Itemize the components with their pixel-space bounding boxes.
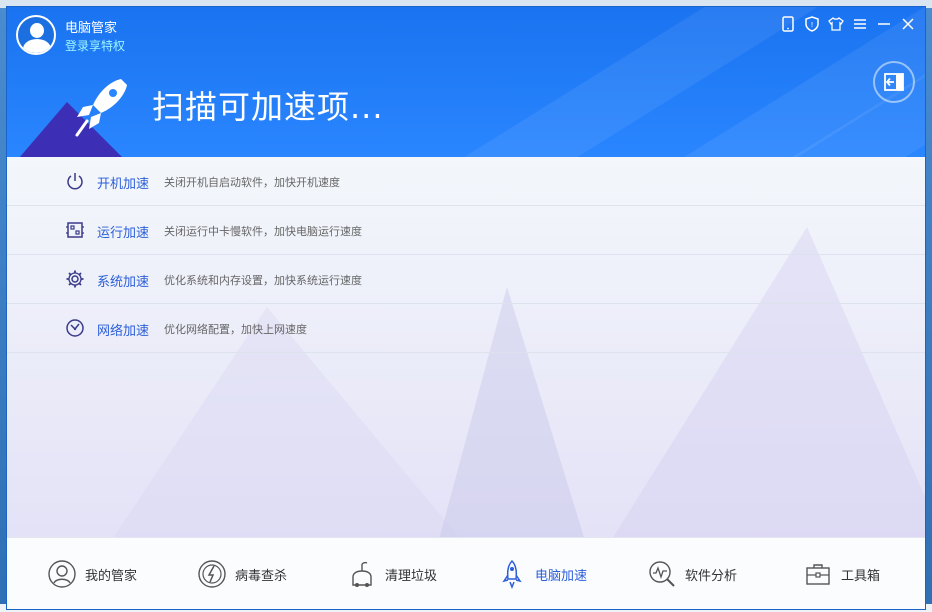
row-running-acceleration[interactable]: 运行加速 关闭运行中卡慢软件，加快电脑运行速度 <box>7 206 925 255</box>
header: 电脑管家 登录享特权 ! 扫描可加速项... <box>7 7 925 157</box>
row-startup-acceleration[interactable]: 开机加速 关闭开机自启动软件，加快开机速度 <box>7 157 925 206</box>
minimize-icon[interactable] <box>875 15 893 33</box>
row-name: 系统加速 <box>97 275 150 290</box>
phone-icon[interactable] <box>779 15 797 33</box>
acceleration-list: 开机加速 关闭开机自启动软件，加快开机速度 运行加速 关闭运行中卡慢软件，加快电… <box>7 157 925 353</box>
memory-icon <box>65 220 85 240</box>
menu-icon[interactable] <box>851 15 869 33</box>
nav-cleanup[interactable]: 清理垃圾 <box>347 556 437 592</box>
row-name: 运行加速 <box>97 226 150 241</box>
scan-title: 扫描可加速项... <box>152 88 384 126</box>
network-icon <box>65 318 85 338</box>
exit-icon <box>884 73 904 91</box>
bottom-navigation: 我的管家 病毒查杀 清理垃圾 电脑加速 软件分析 工具箱 <box>7 537 925 609</box>
row-description: 优化系统和内存设置，加快系统运行速度 <box>164 274 362 287</box>
nav-label: 电脑加速 <box>535 568 588 584</box>
row-network-acceleration[interactable]: 网络加速 优化网络配置，加快上网速度 <box>7 304 925 353</box>
row-name: 网络加速 <box>97 324 150 339</box>
skin-icon[interactable] <box>827 15 845 33</box>
nav-virus-scan[interactable]: 病毒查杀 <box>197 556 287 592</box>
row-name: 开机加速 <box>97 177 150 192</box>
login-link[interactable]: 登录享特权 <box>65 37 125 54</box>
virus-scan-icon <box>197 559 227 589</box>
nav-label: 清理垃圾 <box>385 568 438 584</box>
title-bar-controls: ! <box>779 15 917 33</box>
avatar-head <box>30 23 44 38</box>
avatar-body <box>23 39 51 53</box>
gear-icon <box>65 269 85 289</box>
toolbox-icon <box>803 559 833 589</box>
app-window: 电脑管家 登录享特权 ! 扫描可加速项... 开机加速 关闭开机自启动软件，加快… <box>6 6 926 610</box>
row-description: 关闭运行中卡慢软件，加快电脑运行速度 <box>164 225 362 238</box>
row-description: 优化网络配置，加快上网速度 <box>164 323 307 336</box>
shield-icon[interactable]: ! <box>803 15 821 33</box>
nav-label: 我的管家 <box>85 568 138 584</box>
nav-label: 工具箱 <box>841 568 881 584</box>
cleanup-icon <box>347 559 377 589</box>
nav-my-butler[interactable]: 我的管家 <box>47 556 137 592</box>
nav-label: 病毒查杀 <box>235 568 288 584</box>
row-description: 关闭开机自启动软件，加快开机速度 <box>164 176 340 189</box>
svg-text:!: ! <box>811 21 814 29</box>
butler-icon <box>47 559 77 589</box>
close-icon[interactable] <box>899 15 917 33</box>
avatar[interactable] <box>16 15 56 55</box>
power-icon <box>65 171 85 191</box>
row-system-acceleration[interactable]: 系统加速 优化系统和内存设置，加快系统运行速度 <box>7 255 925 304</box>
content-area: 开机加速 关闭开机自启动软件，加快开机速度 运行加速 关闭运行中卡慢软件，加快电… <box>7 157 925 537</box>
nav-toolbox[interactable]: 工具箱 <box>803 556 880 592</box>
rocket-icon <box>497 559 527 589</box>
nav-pc-acceleration[interactable]: 电脑加速 <box>497 556 587 592</box>
nav-software-analysis[interactable]: 软件分析 <box>647 556 737 592</box>
app-title: 电脑管家 <box>65 21 118 36</box>
exit-button[interactable] <box>873 61 915 103</box>
rocket-icon <box>75 79 127 137</box>
nav-label: 软件分析 <box>685 568 738 584</box>
analysis-icon <box>647 559 677 589</box>
